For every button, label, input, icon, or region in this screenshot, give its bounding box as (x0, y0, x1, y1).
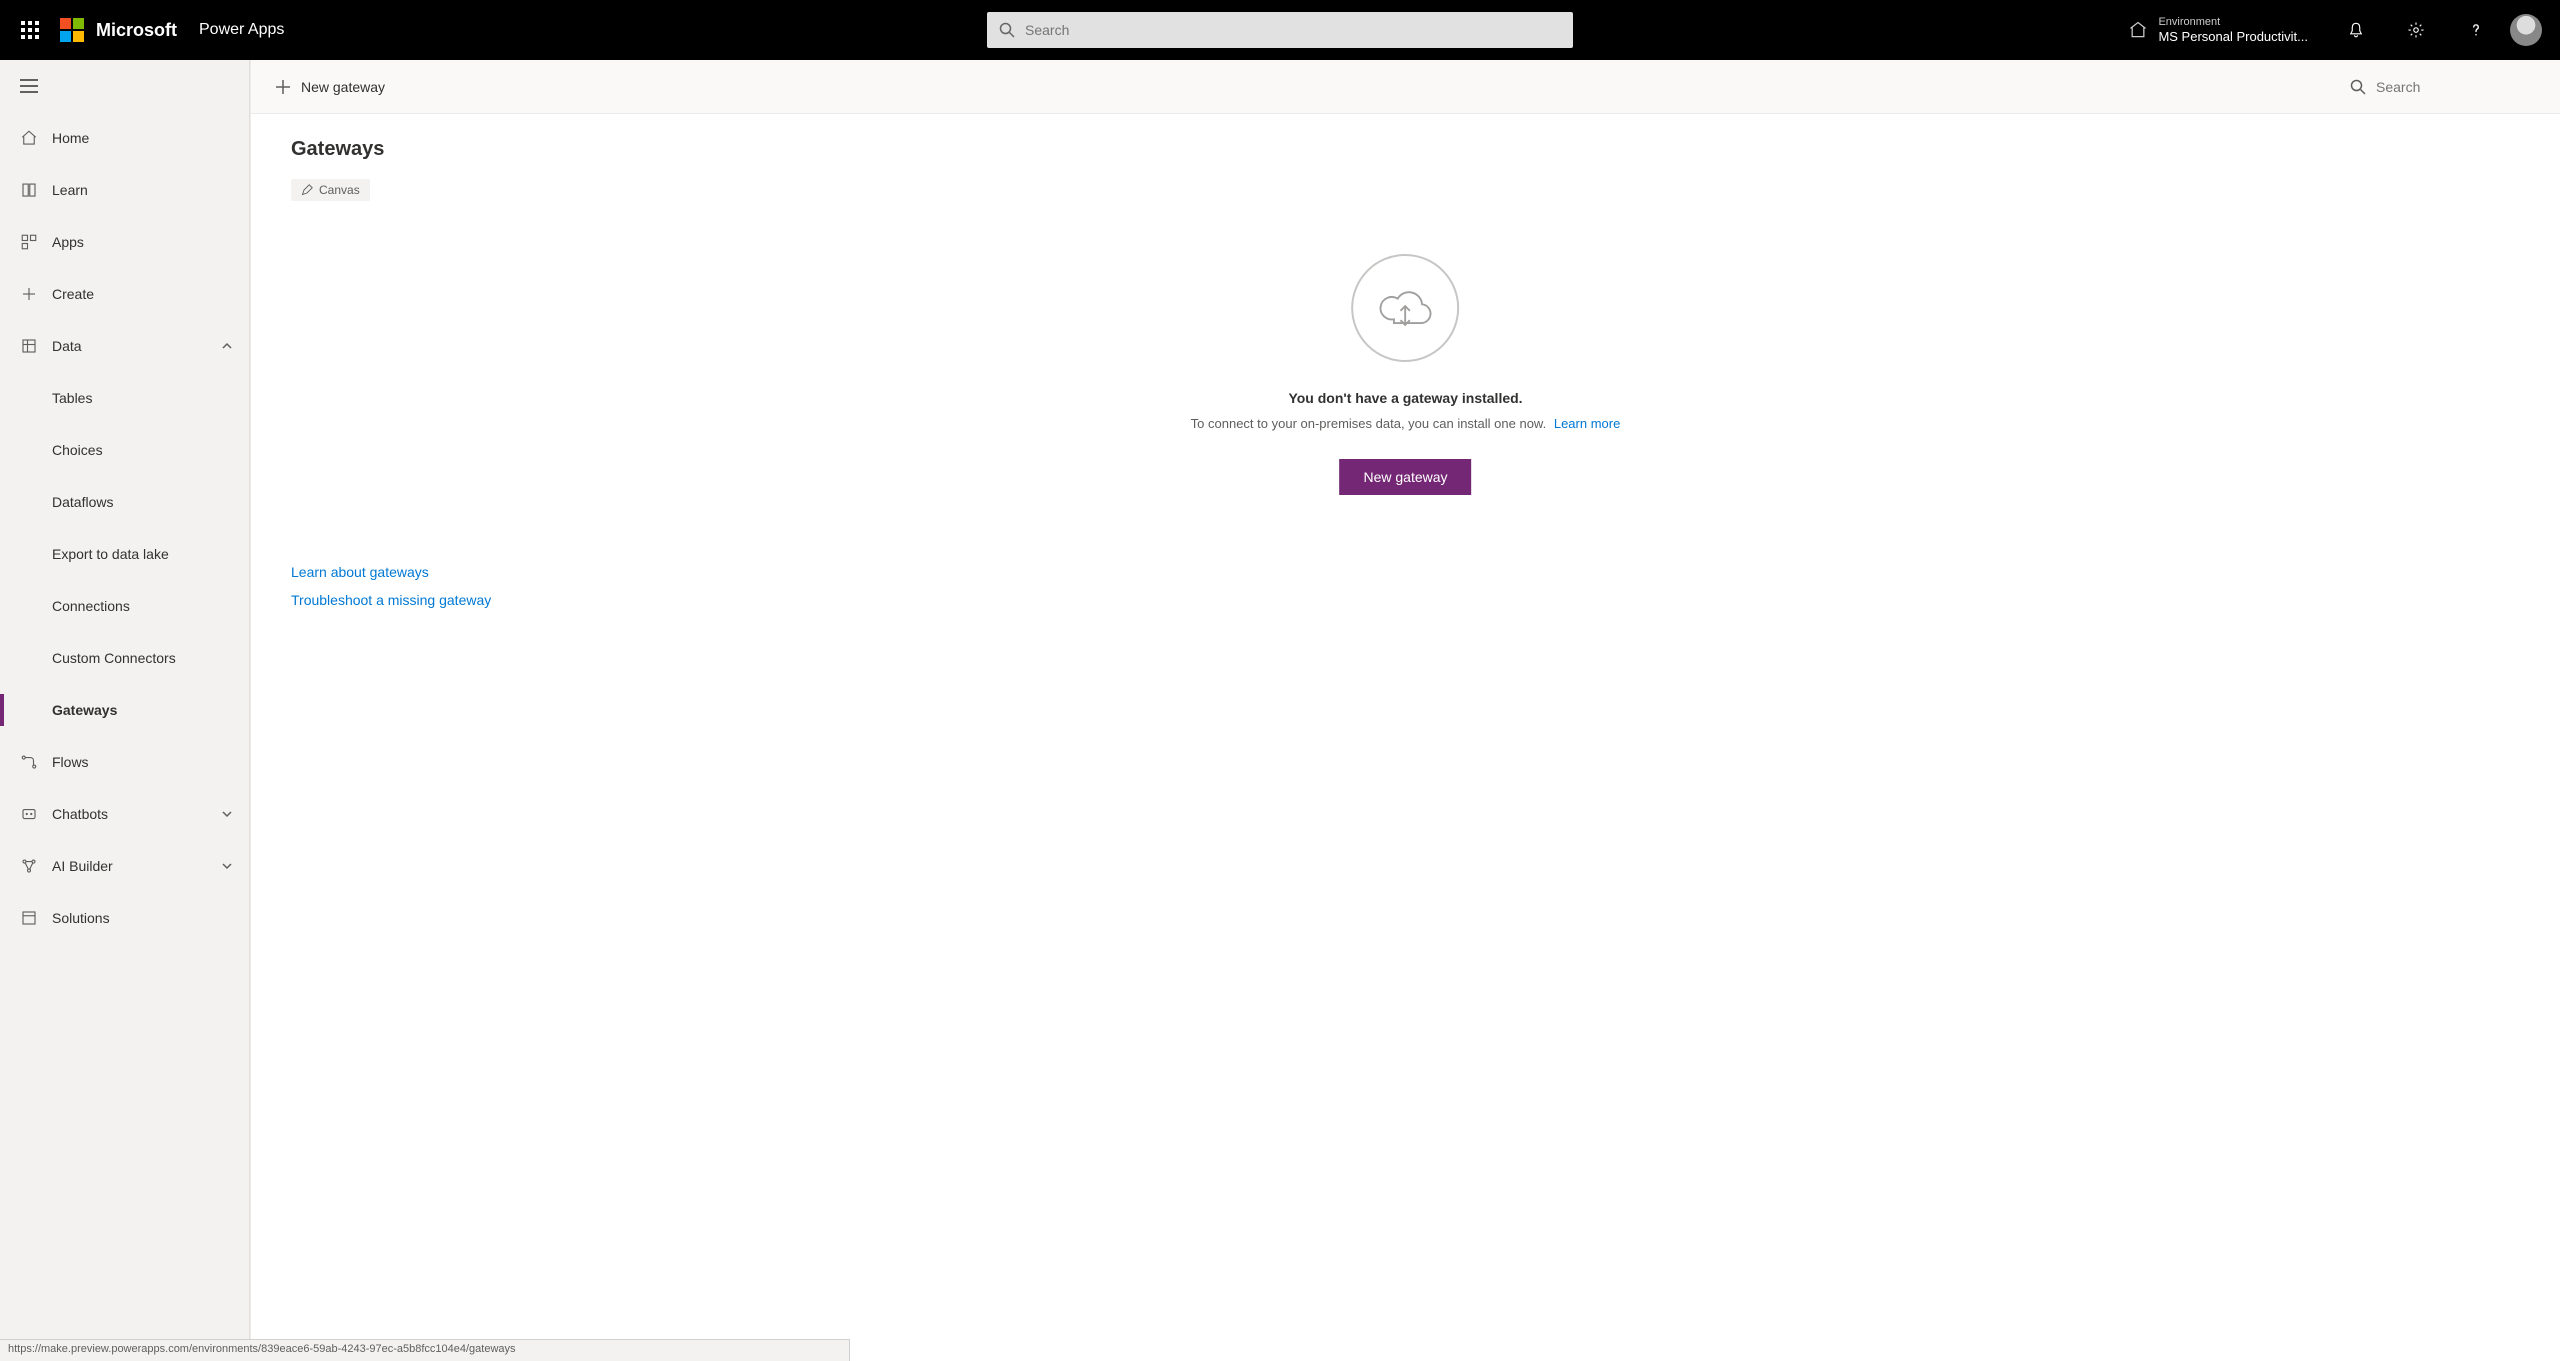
sidebar-item-export-data-lake[interactable]: Export to data lake (0, 528, 249, 580)
book-icon (20, 181, 38, 199)
sidebar-item-tables[interactable]: Tables (0, 372, 249, 424)
search-icon (2350, 79, 2366, 95)
plus-icon (275, 79, 291, 95)
sidebar-item-label: AI Builder (52, 858, 113, 874)
sidebar-item-flows[interactable]: Flows (0, 736, 249, 788)
pencil-icon (301, 184, 313, 196)
sidebar-item-learn[interactable]: Learn (0, 164, 249, 216)
sidebar-item-label: Data (52, 338, 82, 354)
environment-icon (2128, 20, 2148, 40)
sidebar-item-home[interactable]: Home (0, 112, 249, 164)
sidebar-item-label: Export to data lake (52, 546, 169, 562)
sidebar-item-label: Home (52, 130, 89, 146)
search-icon (999, 22, 1015, 38)
sidebar-item-solutions[interactable]: Solutions (0, 892, 249, 944)
empty-subtitle: To connect to your on-premises data, you… (1191, 416, 1621, 431)
flow-icon (20, 753, 38, 771)
sidebar-item-label: Flows (52, 754, 89, 770)
sidebar-item-connections[interactable]: Connections (0, 580, 249, 632)
brand-area: Microsoft Power Apps (60, 18, 284, 42)
header-right: Environment MS Personal Productivit... (2110, 0, 2560, 60)
environment-name: MS Personal Productivit... (2158, 29, 2308, 45)
sidebar-item-custom-connectors[interactable]: Custom Connectors (0, 632, 249, 684)
sidebar-item-label: Apps (52, 234, 84, 250)
page-title: Gateways (291, 138, 2520, 161)
empty-state: You don't have a gateway installed. To c… (1191, 254, 1621, 495)
sidebar-item-label: Choices (52, 442, 103, 458)
status-bar-url: https://make.preview.powerapps.com/envir… (0, 1339, 850, 1361)
sidebar-item-label: Dataflows (52, 494, 113, 510)
command-bar: New gateway (251, 60, 2560, 114)
microsoft-logo-icon (60, 18, 84, 42)
learn-about-gateways-link[interactable]: Learn about gateways (291, 564, 491, 580)
help-links: Learn about gateways Troubleshoot a miss… (291, 564, 491, 608)
sidebar-item-ai-builder[interactable]: AI Builder (0, 840, 249, 892)
page-search-input[interactable] (2376, 79, 2536, 95)
sidebar-item-label: Connections (52, 598, 130, 614)
canvas-chip[interactable]: Canvas (291, 179, 370, 201)
apps-icon (20, 233, 38, 251)
sidebar-item-label: Create (52, 286, 94, 302)
new-gateway-command[interactable]: New gateway (275, 79, 385, 95)
data-icon (20, 337, 38, 355)
settings-button[interactable] (2386, 0, 2446, 60)
global-search-input[interactable] (1025, 22, 1561, 38)
sidebar-item-label: Gateways (52, 702, 117, 718)
chevron-up-icon (221, 340, 233, 352)
home-icon (20, 129, 38, 147)
chatbot-icon (20, 805, 38, 823)
brand-text: Microsoft (96, 20, 177, 41)
main-area: New gateway Gateways Canvas You do (250, 60, 2560, 1361)
global-header: Microsoft Power Apps Environment MS Pers… (0, 0, 2560, 60)
sidebar-item-label: Chatbots (52, 806, 108, 822)
global-search[interactable] (987, 12, 1573, 48)
new-gateway-label: New gateway (301, 79, 385, 95)
solutions-icon (20, 909, 38, 927)
learn-more-link[interactable]: Learn more (1554, 416, 1620, 431)
new-gateway-button[interactable]: New gateway (1339, 459, 1471, 495)
sidebar-item-label: Solutions (52, 910, 110, 926)
page-search[interactable] (2350, 79, 2536, 95)
plus-icon (20, 285, 38, 303)
chevron-down-icon (221, 860, 233, 872)
ai-builder-icon (20, 857, 38, 875)
sidebar-toggle[interactable] (0, 60, 249, 112)
cloud-icon (1352, 254, 1460, 362)
sidebar-item-create[interactable]: Create (0, 268, 249, 320)
sidebar-item-apps[interactable]: Apps (0, 216, 249, 268)
sidebar-item-label: Learn (52, 182, 88, 198)
help-button[interactable] (2446, 0, 2506, 60)
environment-picker[interactable]: Environment MS Personal Productivit... (2110, 0, 2326, 60)
troubleshoot-gateway-link[interactable]: Troubleshoot a missing gateway (291, 592, 491, 608)
sidebar-item-data[interactable]: Data (0, 320, 249, 372)
sidebar-item-label: Custom Connectors (52, 650, 176, 666)
chevron-down-icon (221, 808, 233, 820)
sidebar-item-gateways[interactable]: Gateways (0, 684, 249, 736)
sidebar: Home Learn Apps Create Data (0, 60, 250, 1361)
page-content: Gateways Canvas You don't have a gateway… (251, 114, 2560, 1361)
environment-label: Environment (2158, 16, 2308, 29)
sidebar-item-label: Tables (52, 390, 92, 406)
sidebar-item-choices[interactable]: Choices (0, 424, 249, 476)
sidebar-item-dataflows[interactable]: Dataflows (0, 476, 249, 528)
app-name[interactable]: Power Apps (199, 21, 284, 39)
empty-title: You don't have a gateway installed. (1288, 390, 1522, 406)
sidebar-item-chatbots[interactable]: Chatbots (0, 788, 249, 840)
notifications-button[interactable] (2326, 0, 2386, 60)
avatar[interactable] (2510, 14, 2542, 46)
canvas-chip-label: Canvas (319, 183, 360, 197)
app-launcher-button[interactable] (0, 0, 60, 60)
